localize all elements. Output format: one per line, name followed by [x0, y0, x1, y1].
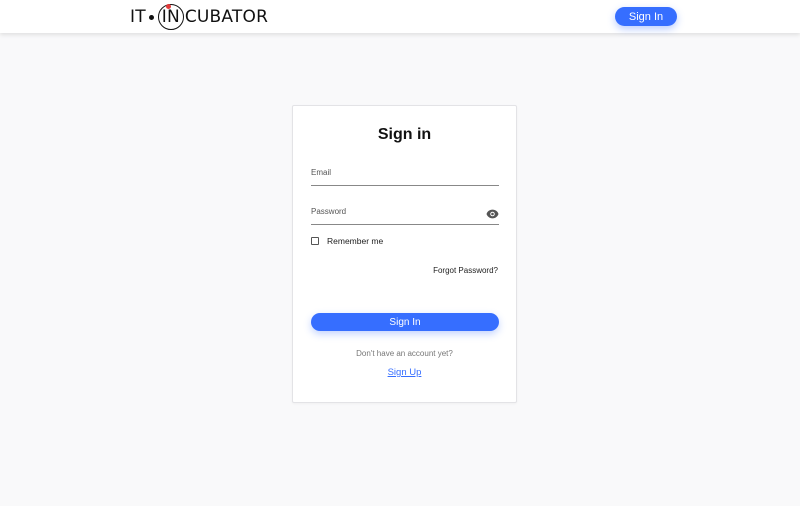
email-label: Email [311, 168, 332, 177]
logo[interactable]: IT IN CUBATOR [130, 3, 268, 31]
logo-circle: IN [157, 4, 184, 30]
password-field[interactable]: Password [311, 205, 499, 225]
logo-circle-text: IN [161, 7, 180, 27]
logo-red-dot-icon [165, 4, 171, 9]
sign-in-button[interactable]: Sign In [311, 313, 499, 331]
top-header: IT IN CUBATOR Sign In [0, 0, 800, 33]
password-underline [311, 224, 499, 225]
page-title: Sign in [377, 126, 432, 143]
remember-me[interactable]: Remember me [311, 236, 383, 246]
header-sign-in-button[interactable]: Sign In [615, 7, 677, 26]
remember-me-checkbox[interactable] [311, 237, 319, 245]
forgot-password-link[interactable]: Forgot Password? [433, 266, 498, 275]
eye-icon[interactable] [486, 206, 499, 219]
sign-in-card: Sign in Email Password Remember me Forgo… [292, 105, 517, 403]
no-account-text: Don't have an account yet? [356, 349, 453, 358]
email-field[interactable]: Email [311, 166, 499, 186]
sign-up-link[interactable]: Sign Up [293, 367, 516, 378]
email-underline [311, 185, 499, 186]
password-label: Password [311, 207, 347, 216]
logo-suffix: CUBATOR [184, 7, 269, 27]
logo-dot-icon [148, 14, 154, 20]
logo-prefix: IT [130, 7, 146, 27]
remember-me-label: Remember me [327, 236, 384, 246]
